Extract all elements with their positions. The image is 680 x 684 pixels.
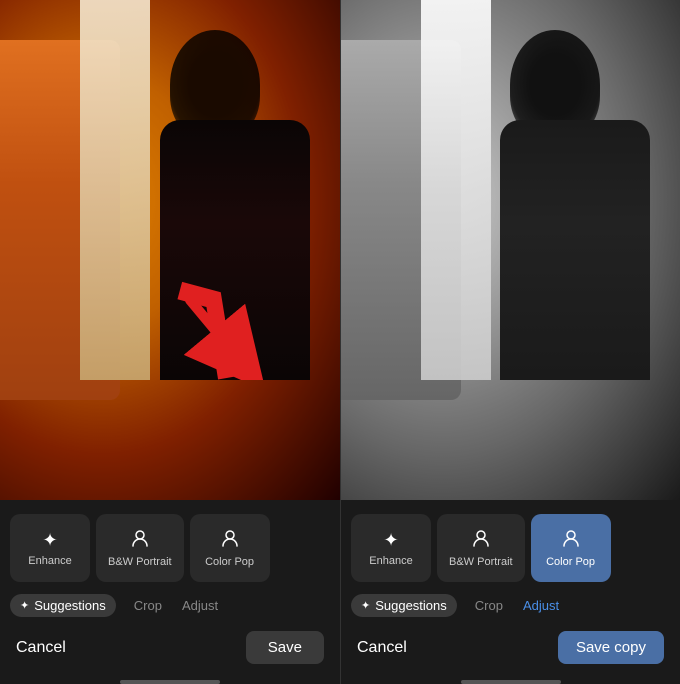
right-enhance-label: Enhance bbox=[369, 555, 412, 567]
left-color-pop-label: Color Pop bbox=[205, 556, 254, 568]
left-panel: ✦ Enhance B&W Portrait bbox=[0, 0, 340, 684]
right-panel: ✦ Enhance B&W Portrait bbox=[340, 0, 680, 684]
right-tab-adjust[interactable]: Adjust bbox=[521, 594, 561, 617]
right-crop-tab-label: Crop bbox=[475, 598, 503, 613]
arrow-overlay bbox=[160, 280, 270, 380]
right-tab-suggestions[interactable]: ✦ Suggestions bbox=[351, 594, 457, 617]
right-suggestions-row: ✦ Enhance B&W Portrait bbox=[341, 508, 680, 590]
left-action-row: Cancel Save bbox=[0, 623, 340, 676]
right-suggestions-tab-label: Suggestions bbox=[375, 598, 447, 613]
left-suggestions-row: ✦ Enhance B&W Portrait bbox=[0, 508, 340, 590]
right-adjust-tab-label: Adjust bbox=[523, 598, 559, 613]
person-body-right bbox=[500, 120, 650, 380]
right-suggestions-sparkle-icon: ✦ bbox=[361, 599, 370, 612]
left-bottom-bar: ✦ Enhance B&W Portrait bbox=[0, 500, 340, 684]
right-photo-canvas bbox=[341, 0, 680, 500]
right-home-bar bbox=[461, 680, 561, 684]
suggestions-sparkle-icon: ✦ bbox=[20, 599, 29, 612]
right-save-copy-button[interactable]: Save copy bbox=[558, 631, 664, 664]
left-save-button[interactable]: Save bbox=[246, 631, 324, 664]
right-bw-label: B&W Portrait bbox=[449, 556, 513, 568]
enhance-icon: ✦ bbox=[42, 530, 57, 551]
left-tab-crop[interactable]: Crop bbox=[132, 594, 164, 617]
right-color-pop-label: Color Pop bbox=[546, 556, 595, 568]
right-photo-area bbox=[341, 0, 680, 500]
left-tab-adjust[interactable]: Adjust bbox=[180, 594, 220, 617]
left-crop-tab-label: Crop bbox=[134, 598, 162, 613]
right-tab-row: ✦ Suggestions Crop Adjust bbox=[341, 590, 680, 623]
right-action-row: Cancel Save copy bbox=[341, 623, 680, 676]
left-home-indicator bbox=[0, 676, 340, 684]
right-color-pop-icon bbox=[562, 529, 580, 552]
bw-portrait-icon bbox=[131, 529, 149, 552]
left-tab-row: ✦ Suggestions Crop Adjust bbox=[0, 590, 340, 623]
right-bw-portrait-button[interactable]: B&W Portrait bbox=[437, 514, 525, 582]
right-bottom-bar: ✦ Enhance B&W Portrait bbox=[341, 500, 680, 684]
left-bw-portrait-button[interactable]: B&W Portrait bbox=[96, 514, 184, 582]
left-tab-suggestions[interactable]: ✦ Suggestions bbox=[10, 594, 116, 617]
cloth-decoration-left bbox=[80, 0, 150, 380]
left-adjust-tab-label: Adjust bbox=[182, 598, 218, 613]
right-tab-crop[interactable]: Crop bbox=[473, 594, 505, 617]
left-enhance-label: Enhance bbox=[28, 555, 71, 567]
left-photo-canvas bbox=[0, 0, 340, 500]
color-pop-icon-left bbox=[221, 529, 239, 552]
right-enhance-button[interactable]: ✦ Enhance bbox=[351, 514, 431, 582]
left-suggestions-tab-label: Suggestions bbox=[34, 598, 106, 613]
left-photo-area bbox=[0, 0, 340, 500]
cloth-decoration-right bbox=[421, 0, 491, 380]
right-home-indicator bbox=[341, 676, 680, 684]
right-cancel-button[interactable]: Cancel bbox=[357, 639, 407, 657]
right-color-pop-button[interactable]: Color Pop bbox=[531, 514, 611, 582]
right-bw-icon bbox=[472, 529, 490, 552]
left-bw-label: B&W Portrait bbox=[108, 556, 172, 568]
left-color-pop-button[interactable]: Color Pop bbox=[190, 514, 270, 582]
left-home-bar bbox=[120, 680, 220, 684]
left-cancel-button[interactable]: Cancel bbox=[16, 639, 66, 657]
left-enhance-button[interactable]: ✦ Enhance bbox=[10, 514, 90, 582]
right-enhance-icon: ✦ bbox=[383, 530, 398, 551]
